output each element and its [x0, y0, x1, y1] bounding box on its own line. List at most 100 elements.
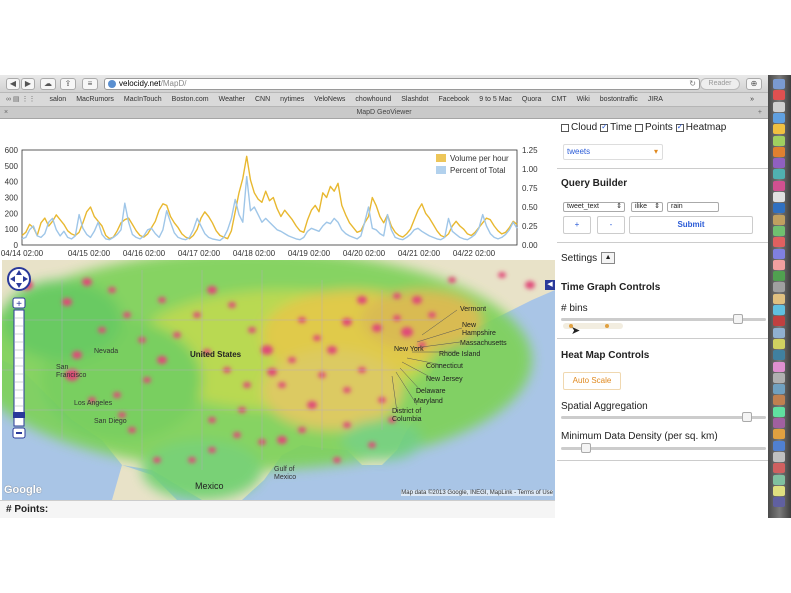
bookmark-item[interactable]: MacInTouch	[124, 93, 162, 106]
dock-app-icon[interactable]	[773, 316, 785, 327]
value-input[interactable]: rain	[667, 202, 719, 212]
dock-app-icon[interactable]	[773, 418, 785, 428]
checkbox-cloud[interactable]	[561, 123, 569, 132]
dock-app-icon[interactable]	[773, 180, 785, 191]
x-tick-label: 04/15 02:00	[68, 249, 111, 258]
settings-toggle-icon[interactable]: ▲	[601, 252, 616, 264]
download-icon[interactable]: ⊕	[746, 78, 762, 90]
close-tab-icon[interactable]: ×	[4, 107, 8, 119]
checkbox-time[interactable]	[600, 122, 609, 132]
reload-icon[interactable]: ↻	[689, 79, 696, 89]
spatial-slider-knob[interactable]	[742, 412, 753, 422]
dock-app-icon[interactable]	[773, 406, 785, 417]
remove-clause-button[interactable]: -	[597, 216, 625, 234]
auto-scale-button[interactable]: Auto Scale	[563, 372, 621, 390]
dock-app-icon[interactable]	[773, 463, 785, 474]
dock-app-icon[interactable]	[773, 271, 785, 282]
bookmark-item[interactable]: bostontraffic	[600, 93, 638, 106]
reader-button[interactable]: Reader	[700, 78, 740, 90]
dock-app-icon[interactable]	[773, 361, 785, 372]
topsites-icon[interactable]: ☁	[40, 78, 56, 90]
heat-map[interactable]: United States Nevada San Francisco Los A…	[2, 260, 555, 500]
density-slider-knob[interactable]	[580, 443, 591, 453]
dock-app-icon[interactable]	[773, 474, 785, 485]
bookmark-item[interactable]: MacRumors	[76, 93, 114, 106]
dock-app-icon[interactable]	[773, 350, 785, 361]
bookmark-item[interactable]: VeloNews	[314, 93, 345, 106]
dock-app-icon[interactable]	[773, 451, 785, 462]
dock-app-icon[interactable]	[773, 146, 785, 157]
time-graph[interactable]: 0 100 200 300 400 500 600 0.00 0.25 0.50 0.75 1.00 1…	[0, 120, 555, 260]
field-select[interactable]: tweet_text ⇕	[563, 202, 625, 212]
more-bookmarks-icon[interactable]: »	[750, 93, 754, 106]
bookmark-item[interactable]: CMT	[551, 93, 566, 106]
dock-app-icon[interactable]	[773, 293, 785, 304]
dock-app-icon[interactable]	[773, 305, 785, 315]
dock-app-icon[interactable]	[773, 101, 785, 112]
bookmarks-icons[interactable]: ∞ ▤ ⋮⋮	[6, 93, 36, 106]
map-label-san-francisco: San Francisco	[56, 364, 87, 379]
bookmark-item[interactable]: nytimes	[280, 93, 304, 106]
panel-toggle-icon[interactable]: ◀	[545, 280, 555, 290]
dock-app-icon[interactable]	[773, 124, 785, 135]
dock-app-icon[interactable]	[773, 372, 785, 383]
layer-toggle-points[interactable]: Points	[635, 122, 673, 133]
dock-app-icon[interactable]	[773, 259, 785, 270]
bookmark-item[interactable]: chowhound	[355, 93, 391, 106]
bins-slider-knob[interactable]	[732, 314, 743, 324]
layer-toggle-time[interactable]: Time	[600, 122, 632, 133]
dock-app-icon[interactable]	[773, 327, 785, 338]
table-select[interactable]: tweets ▾	[563, 144, 663, 160]
dock-app-icon[interactable]	[773, 485, 785, 496]
dock-app-icon[interactable]	[773, 248, 785, 259]
dock-app-icon[interactable]	[773, 440, 785, 451]
bookmark-item[interactable]: Wiki	[577, 93, 590, 106]
bookmark-item[interactable]: JIRA	[648, 93, 663, 106]
dock-app-icon[interactable]	[773, 338, 785, 349]
dock-app-icon[interactable]	[773, 237, 785, 248]
bookmark-item[interactable]: Weather	[219, 93, 245, 106]
layer-toggle-cloud[interactable]: Cloud	[561, 122, 597, 133]
operator-select[interactable]: ilike ⇕	[631, 202, 663, 212]
dock-app-icon[interactable]	[773, 384, 785, 395]
dock-app-icon[interactable]	[773, 90, 785, 101]
bookmark-item[interactable]: Quora	[522, 93, 541, 106]
dock-app-icon[interactable]	[773, 112, 785, 123]
dock-app-icon[interactable]	[773, 225, 785, 236]
density-slider[interactable]	[561, 443, 766, 453]
bins-slider[interactable]	[561, 314, 766, 324]
bookmark-item[interactable]: Boston.com	[172, 93, 209, 106]
dock-app-icon[interactable]	[773, 429, 785, 440]
rss-icon[interactable]: ≡	[82, 78, 98, 90]
add-clause-button[interactable]: +	[563, 216, 591, 234]
map-attribution[interactable]: Map data ©2013 Google, INEGI, MapLink - …	[401, 490, 553, 496]
bookmark-item[interactable]: 9 to 5 Mac	[479, 93, 512, 106]
spatial-aggregation-slider[interactable]	[561, 412, 766, 422]
checkbox-heatmap[interactable]	[675, 122, 684, 132]
layer-toggle-heatmap[interactable]: Heatmap	[675, 122, 726, 133]
dock-app-icon[interactable]	[773, 158, 785, 169]
dock-app-icon[interactable]	[773, 203, 785, 214]
dock-app-icon[interactable]	[773, 169, 785, 180]
dock-app-icon[interactable]	[773, 282, 785, 293]
bookmark-item[interactable]: CNN	[255, 93, 270, 106]
bookmark-item[interactable]: salon	[49, 93, 66, 106]
url-bar[interactable]: velocidy.net/MapD/ ↻	[104, 78, 700, 90]
dock-app-icon[interactable]	[773, 497, 785, 508]
y-left-tick-label: 300	[5, 194, 19, 203]
back-icon[interactable]: ◀	[6, 78, 20, 90]
x-tick-label: 04/18 02:00	[233, 249, 276, 258]
forward-icon[interactable]: ▶	[21, 78, 35, 90]
tab-title[interactable]: MapD GeoViewer	[356, 109, 411, 116]
submit-button[interactable]: Submit	[629, 216, 753, 234]
new-tab-icon[interactable]: +	[758, 107, 762, 119]
bookmark-item[interactable]: Facebook	[438, 93, 469, 106]
share-icon[interactable]: ⇪	[60, 78, 76, 90]
dock-app-icon[interactable]	[773, 135, 785, 146]
bookmark-item[interactable]: Slashdot	[401, 93, 428, 106]
dock-app-icon[interactable]	[773, 79, 785, 89]
dock-app-icon[interactable]	[773, 192, 785, 202]
dock-app-icon[interactable]	[773, 395, 785, 406]
dock-app-icon[interactable]	[773, 214, 785, 225]
checkbox-points[interactable]	[635, 123, 643, 132]
